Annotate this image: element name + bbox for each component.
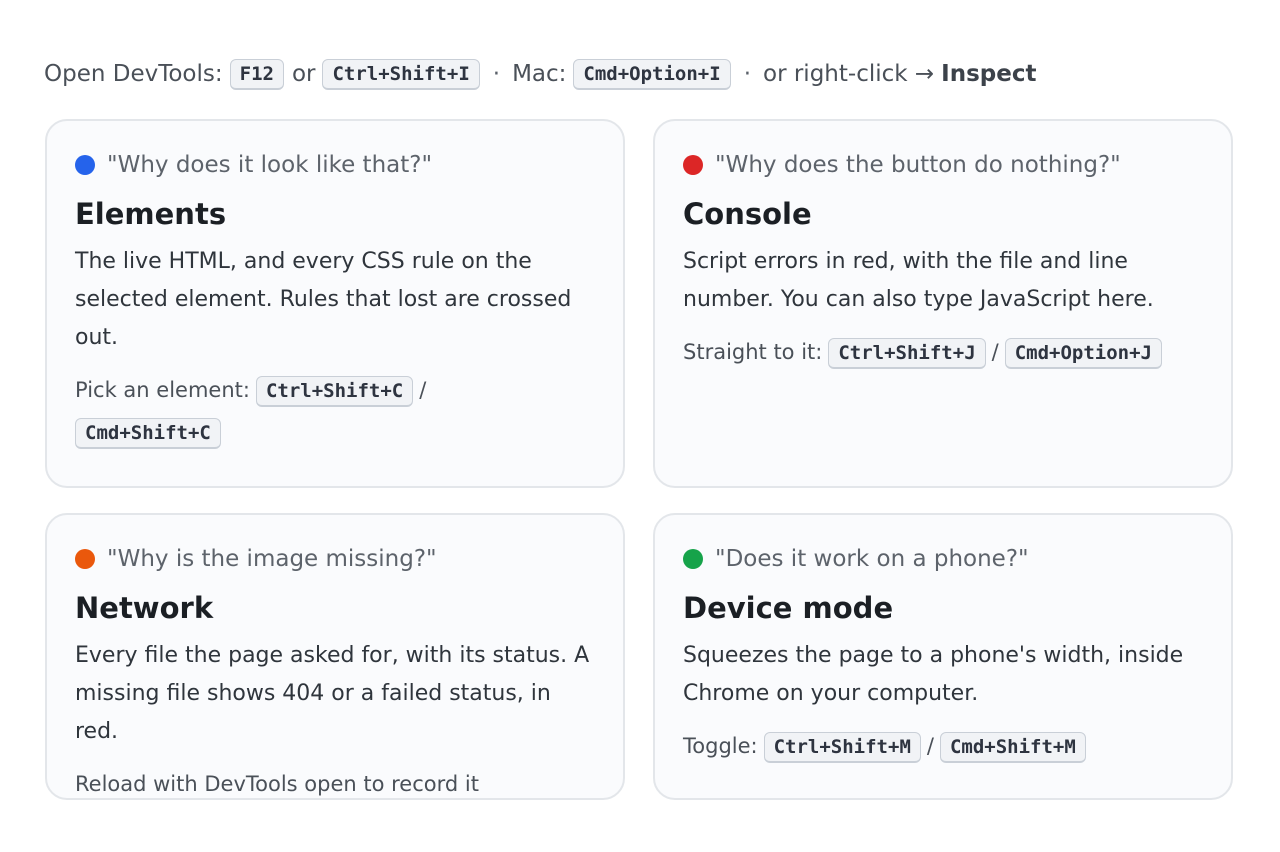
card-tip: Pick an element: Ctrl+Shift+C / Cmd+Shift+C xyxy=(75,369,595,453)
ctrl-shift-c-key: Ctrl+Shift+C xyxy=(255,376,414,407)
card-title: Console xyxy=(683,197,812,231)
cmd-shift-c-key: Cmd+Shift+C xyxy=(75,418,221,449)
cmd-option-j-key: Cmd+Option+J xyxy=(1004,338,1162,369)
mac-label: Mac: xyxy=(512,61,567,87)
card-tip: Toggle: Ctrl+Shift+M / Cmd+Shift+M xyxy=(683,725,1203,767)
card-question: "Why is the image missing?" xyxy=(75,543,595,575)
question-text: "Why does it look like that?" xyxy=(107,152,433,178)
card-description: Every file the page asked for, with its … xyxy=(75,643,590,744)
green-dot-icon xyxy=(683,549,703,569)
card-description: The live HTML, and every CSS rule on the… xyxy=(75,249,572,350)
card-tip: Straight to it: Ctrl+Shift+J / Cmd+Option+J xyxy=(683,331,1203,373)
card-title: Network xyxy=(75,591,214,625)
ctrl-shift-j-key: Ctrl+Shift+J xyxy=(828,338,986,369)
slash-separator: / xyxy=(991,340,999,364)
cmd-shift-m-key: Cmd+Shift+M xyxy=(939,732,1086,763)
card-description: Squeezes the page to a phone's width, in… xyxy=(683,643,1184,706)
tip-label: Toggle: xyxy=(683,734,758,758)
card-question: "Does it work on a phone?" xyxy=(683,543,1203,575)
card-title: Device mode xyxy=(683,591,894,625)
tip-label: Reload with DevTools open to record it xyxy=(75,772,479,796)
device-mode-card: "Does it work on a phone?" Device mode S… xyxy=(653,513,1233,800)
open-devtools-label: Open DevTools: xyxy=(44,61,223,87)
question-text: "Why does the button do nothing?" xyxy=(715,152,1121,178)
console-card: "Why does the button do nothing?" Consol… xyxy=(653,119,1233,488)
slash-separator: / xyxy=(419,378,427,402)
orange-dot-icon xyxy=(75,549,95,569)
ctrl-shift-i-key: Ctrl+Shift+I xyxy=(322,58,480,90)
right-click-text: or right-click → xyxy=(763,61,935,87)
elements-card: "Why does it look like that?" Elements T… xyxy=(45,119,625,488)
card-tip: Reload with DevTools open to record it xyxy=(75,763,595,805)
question-text: "Why is the image missing?" xyxy=(107,546,437,572)
separator-dot: · xyxy=(743,61,752,87)
question-text: "Does it work on a phone?" xyxy=(715,546,1029,572)
card-description: Script errors in red, with the file and … xyxy=(683,249,1154,312)
ctrl-shift-m-key: Ctrl+Shift+M xyxy=(763,732,921,763)
tip-label: Straight to it: xyxy=(683,340,823,364)
slash-separator: / xyxy=(926,734,934,758)
red-dot-icon xyxy=(683,155,703,175)
devtools-shortcuts-bar: Open DevTools: F12 or Ctrl+Shift+I · Mac… xyxy=(44,56,1037,92)
tip-label: Pick an element: xyxy=(75,378,250,402)
card-question: "Why does the button do nothing?" xyxy=(683,149,1203,181)
network-card: "Why is the image missing?" Network Ever… xyxy=(45,513,625,800)
or-text: or xyxy=(291,61,316,87)
card-title: Elements xyxy=(75,197,227,231)
separator-dot: · xyxy=(492,61,501,87)
blue-dot-icon xyxy=(75,155,95,175)
card-question: "Why does it look like that?" xyxy=(75,149,595,181)
f12-key: F12 xyxy=(229,58,284,90)
inspect-label: Inspect xyxy=(941,61,1037,87)
cmd-option-i-key: Cmd+Option+I xyxy=(573,58,731,90)
